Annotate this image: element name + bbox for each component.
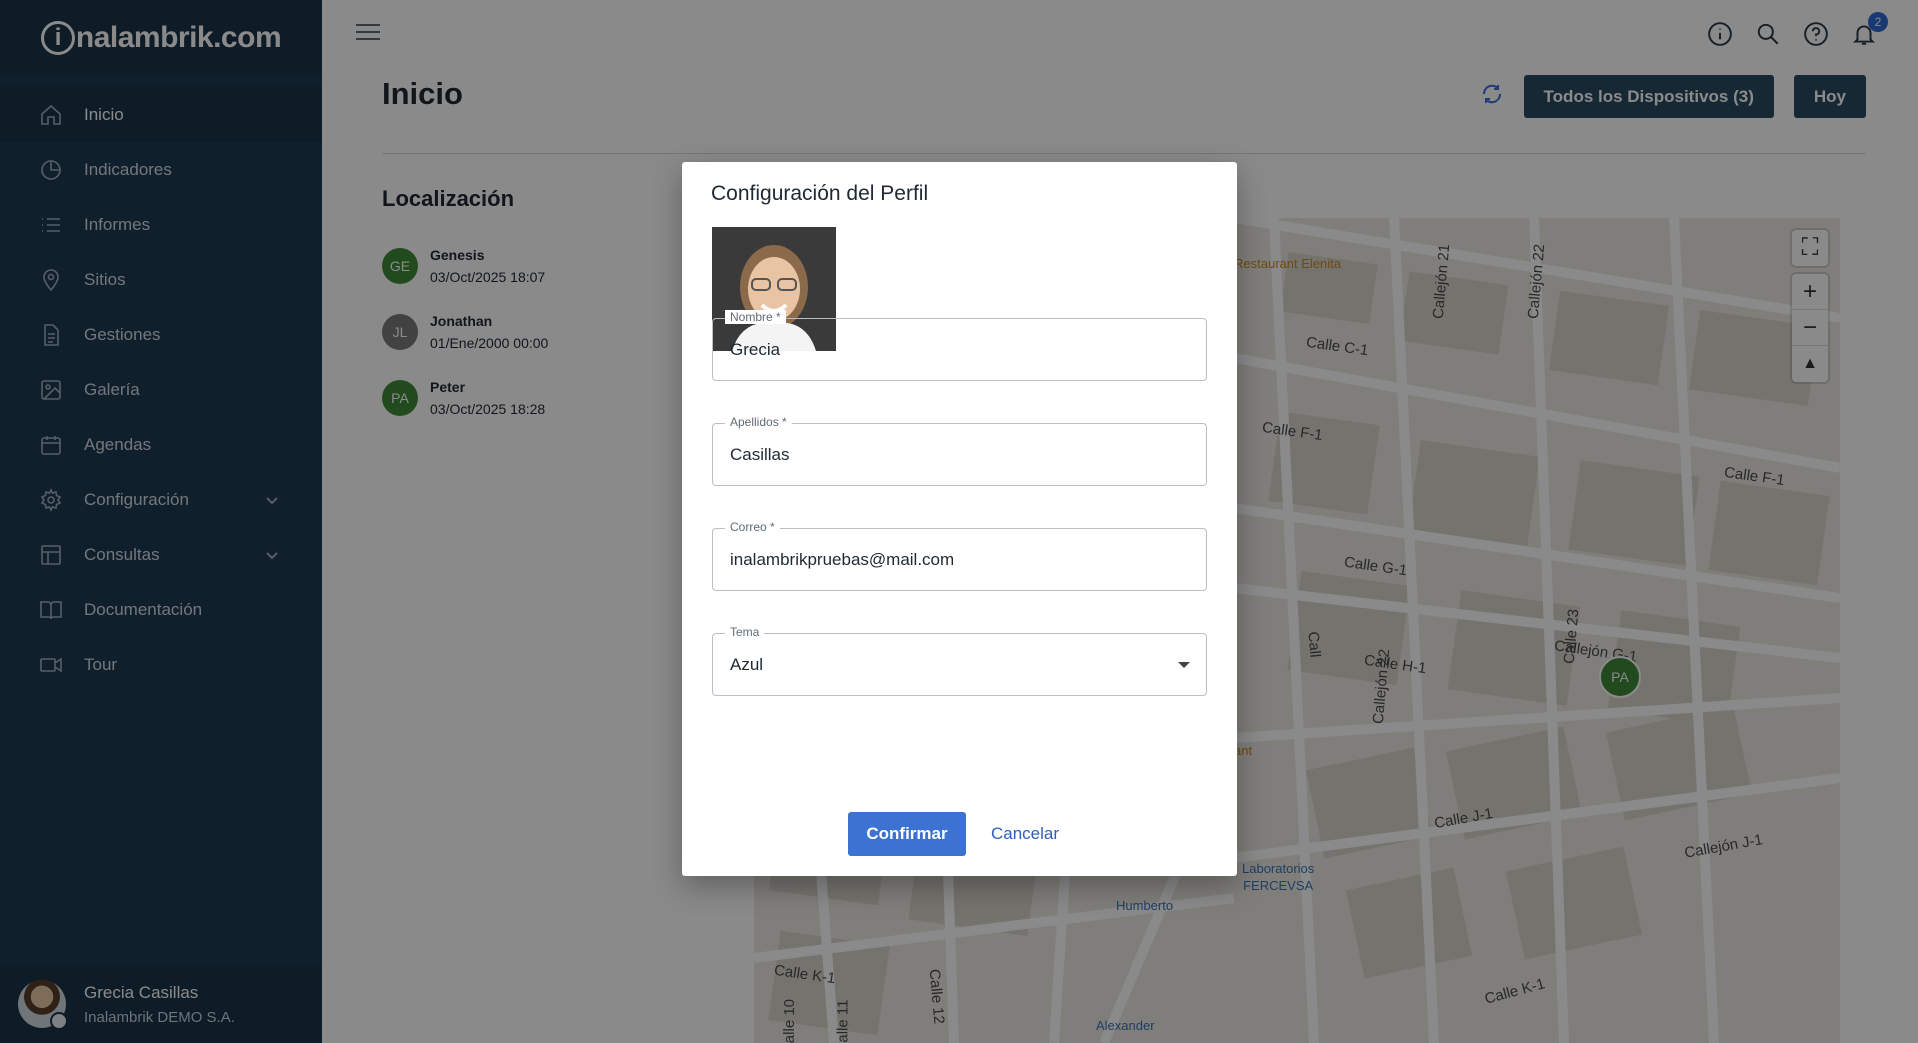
first-name-input[interactable]: Grecia [730,340,780,360]
theme-value: Azul [730,654,764,674]
field-label: Tema [725,625,765,639]
confirm-button[interactable]: Confirmar [848,812,966,856]
last-name-field[interactable]: Apellidos * Casillas [712,415,1207,486]
last-name-input[interactable]: Casillas [730,445,790,465]
email-input[interactable]: inalambrikpruebas@mail.com [730,550,954,570]
email-field[interactable]: Correo * inalambrikpruebas@mail.com [712,520,1207,591]
dialog-title: Configuración del Perfil [711,182,929,205]
first-name-field[interactable]: Nombre * Grecia [712,310,1207,381]
theme-select[interactable]: Tema Azul [712,625,1207,696]
profile-settings-dialog: Configuración del Perfil Nombre * Grecia… [682,162,1237,876]
dropdown-arrow-icon[interactable] [1178,661,1190,668]
field-label: Correo * [725,520,780,534]
cancel-button[interactable]: Cancelar [985,812,1065,856]
field-label: Nombre * [725,310,786,324]
field-label: Apellidos * [725,415,792,429]
